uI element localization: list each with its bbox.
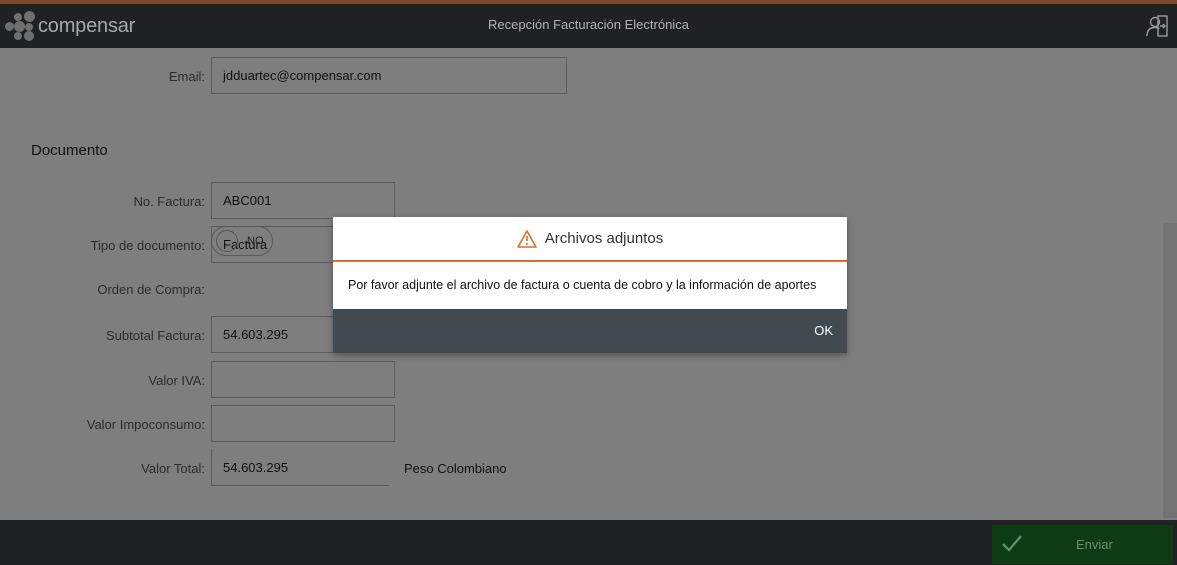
- email-label: Email:: [168, 69, 205, 84]
- section-title: Documento: [31, 142, 108, 159]
- ok-button[interactable]: OK: [814, 323, 833, 338]
- purchase-order-toggle[interactable]: NO: [211, 226, 273, 256]
- check-icon: [1002, 535, 1022, 552]
- consumption-tax-field[interactable]: [211, 405, 395, 442]
- toggle-state: NO: [247, 235, 264, 247]
- attachments-dialog: Archivos adjuntos Por favor adjunte el a…: [333, 217, 847, 353]
- total-field[interactable]: 54.603.295: [211, 449, 389, 486]
- vat-label: Valor IVA:: [148, 373, 205, 388]
- dialog-footer: OK: [333, 309, 847, 353]
- vat-field[interactable]: [211, 361, 395, 398]
- purchase-order-label: Orden de Compra:: [97, 282, 205, 297]
- subtotal-label: Subtotal Factura:: [106, 328, 205, 343]
- logout-icon[interactable]: [1145, 14, 1169, 38]
- app-header: compensar Recepción Facturación Electrón…: [0, 4, 1177, 48]
- dialog-title: Archivos adjuntos: [544, 230, 664, 247]
- document-type-label: Tipo de documento:: [90, 238, 205, 253]
- toggle-knob: [216, 230, 238, 252]
- invoice-number-field[interactable]: ABC001: [211, 182, 395, 219]
- dialog-header: Archivos adjuntos: [333, 217, 847, 262]
- currency-label: Peso Colombiano: [404, 461, 507, 476]
- warning-icon: [516, 229, 537, 248]
- send-label: Enviar: [1076, 537, 1113, 552]
- email-field[interactable]: jdduartec@compensar.com: [211, 57, 567, 94]
- send-button[interactable]: Enviar: [992, 525, 1173, 564]
- page-title: Recepción Facturación Electrónica: [488, 17, 689, 32]
- scrollbar[interactable]: [1163, 223, 1177, 518]
- total-label: Valor Total:: [141, 461, 205, 476]
- consumption-tax-label: Valor Impoconsumo:: [86, 417, 205, 432]
- invoice-number-label: No. Factura:: [133, 194, 205, 209]
- dialog-message: Por favor adjunte el archivo de factura …: [348, 278, 817, 292]
